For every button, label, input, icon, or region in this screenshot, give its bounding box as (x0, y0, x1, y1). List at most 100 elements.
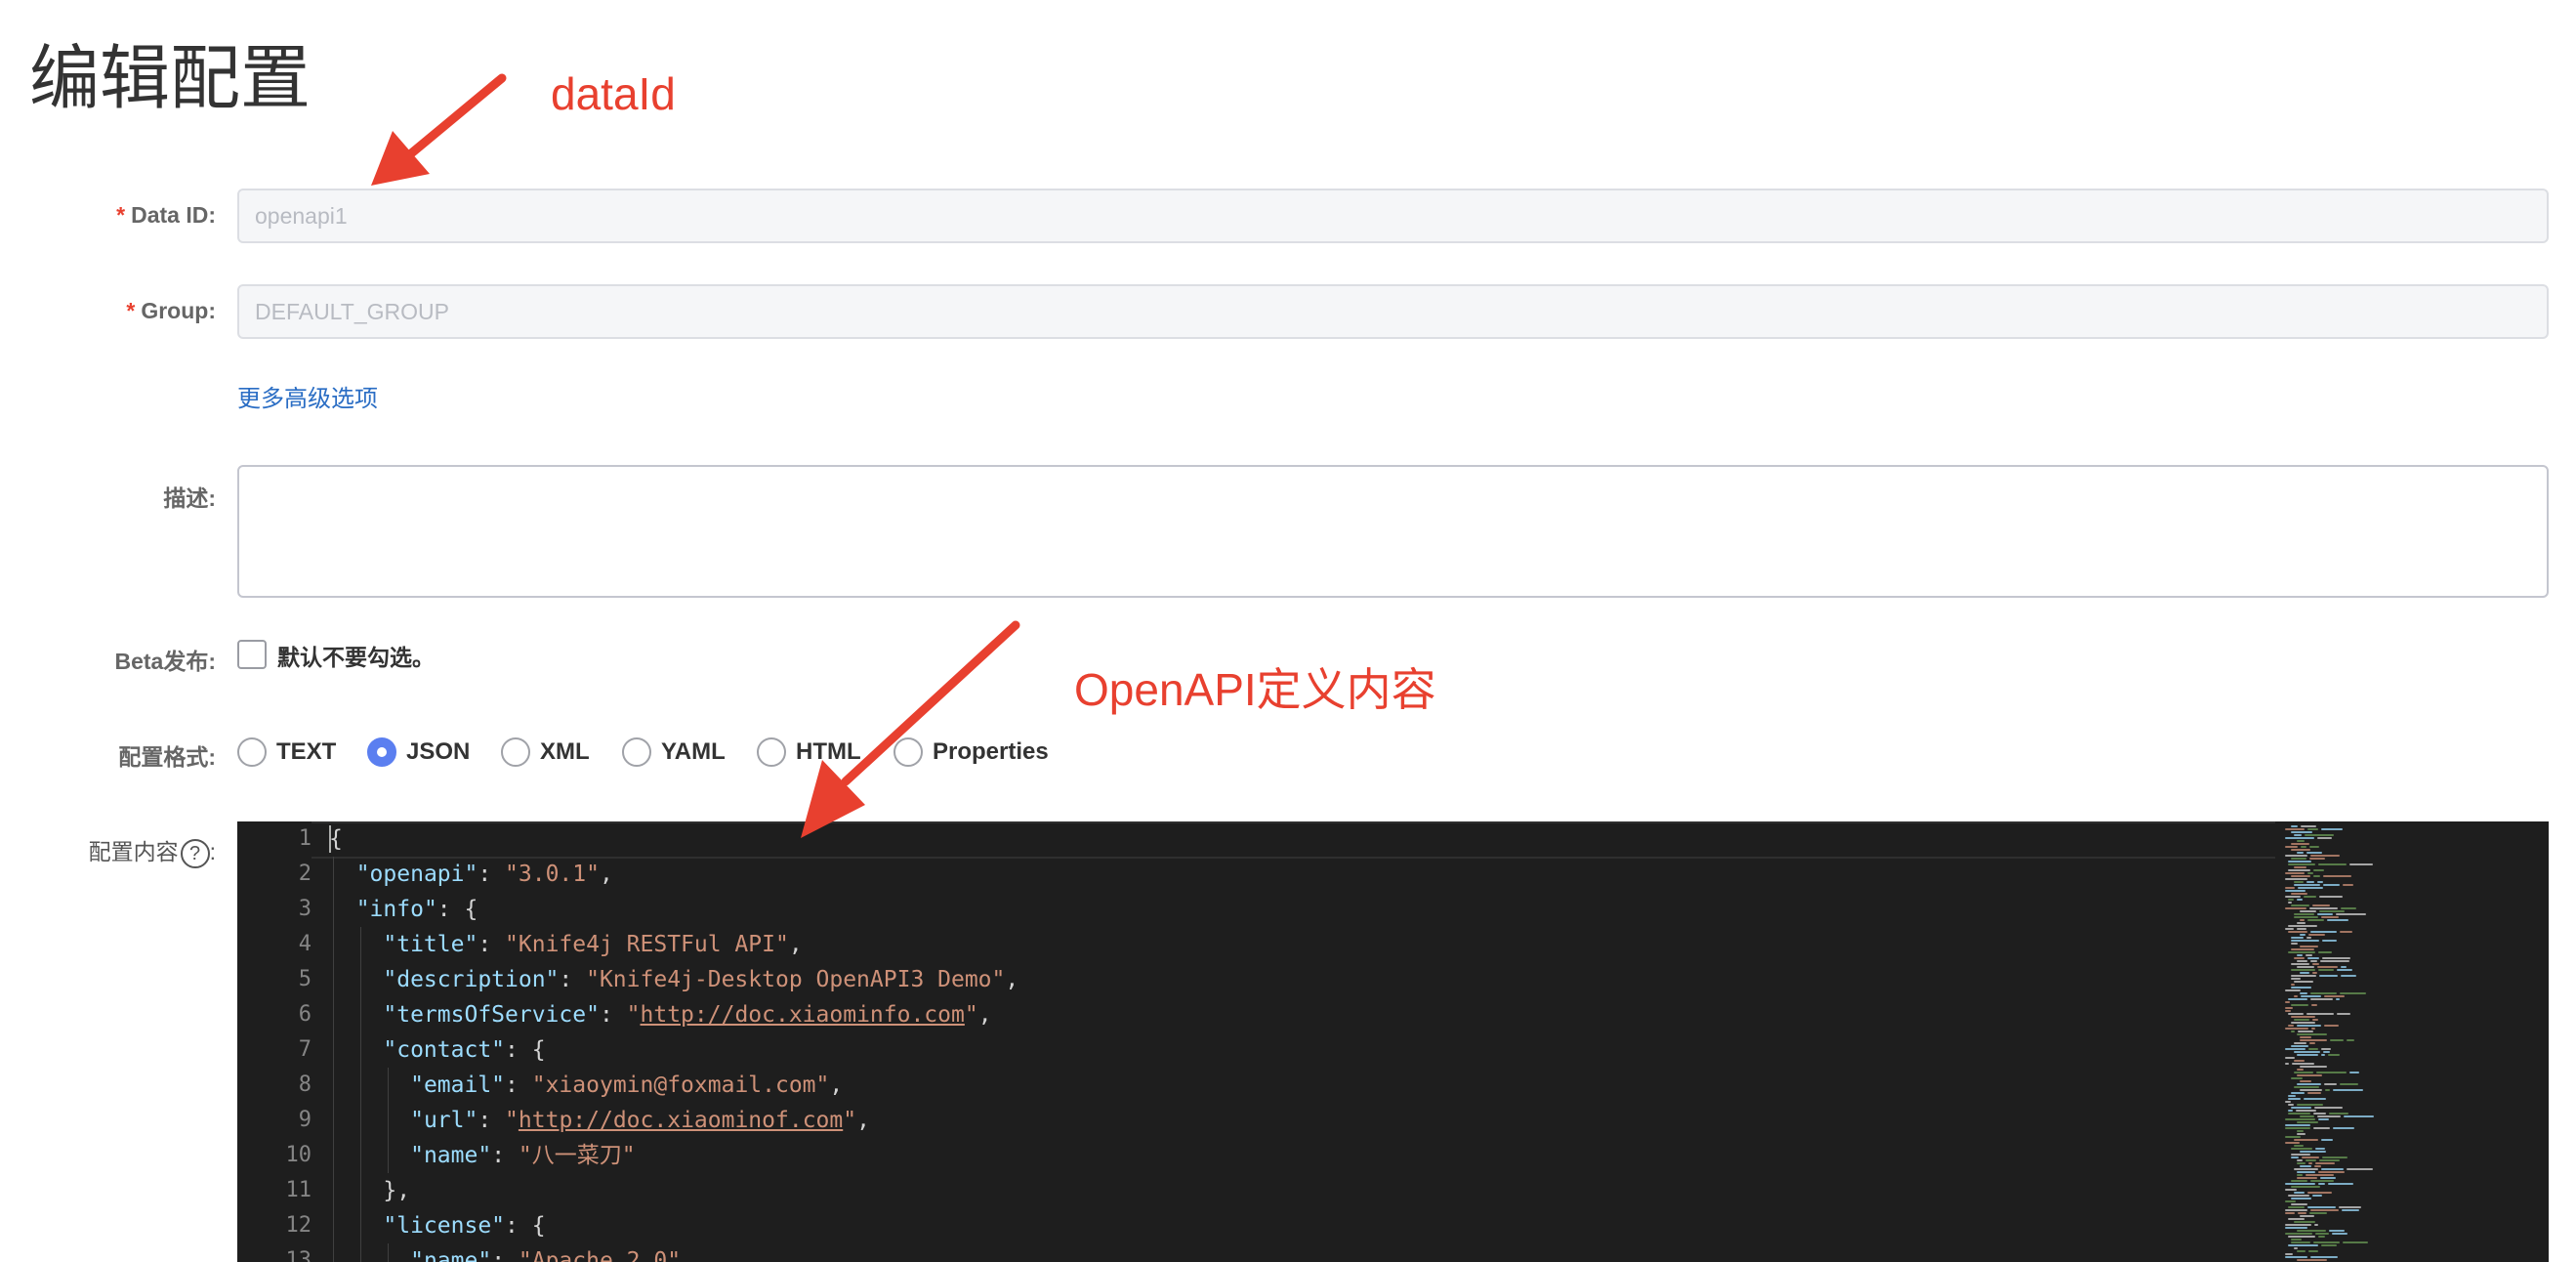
minimap-line (2285, 846, 2298, 848)
minimap-line (2344, 1115, 2374, 1117)
code-token: "3.0.1" (505, 862, 600, 887)
minimap-line (2343, 884, 2353, 886)
minimap-line (2343, 1241, 2368, 1243)
minimap-line (2294, 881, 2304, 883)
minimap-line (2321, 1244, 2337, 1246)
minimap-line (2305, 834, 2334, 836)
minimap-line (2291, 987, 2311, 989)
minimap-line (2321, 828, 2343, 830)
minimap-line (2288, 1013, 2304, 1015)
minimap-line (2291, 1016, 2315, 1018)
format-radio-properties[interactable]: Properties (893, 736, 1049, 769)
minimap-line (2285, 1127, 2310, 1129)
minimap-line (2306, 1159, 2316, 1161)
minimap-line (2291, 948, 2314, 950)
code-token: : { (505, 1037, 546, 1063)
format-radio-json[interactable]: JSON (367, 736, 470, 769)
minimap-line (2297, 840, 2305, 842)
minimap-line (2285, 828, 2305, 830)
advanced-options-link[interactable]: 更多高级选项 (237, 379, 378, 413)
code-editor[interactable]: 1 2 3 4 5 6 7 8 9 10 11 12 13 { "openapi": "3.0.1", … (237, 821, 2549, 1262)
code-token: "email" (410, 1073, 506, 1098)
minimap-line (2318, 951, 2332, 953)
minimap-line (2297, 1230, 2326, 1232)
minimap-line (2307, 1206, 2336, 1208)
minimap-line (2285, 855, 2307, 857)
data-id-input[interactable] (237, 189, 2549, 243)
code-token: " (964, 1002, 978, 1028)
format-radio-text[interactable]: TEXT (237, 736, 336, 769)
minimap-line (2288, 931, 2307, 933)
minimap-line (2318, 863, 2347, 865)
code-token: "name" (410, 1248, 492, 1262)
minimap-line (2297, 954, 2303, 956)
minimap-line (2329, 1113, 2348, 1115)
beta-label: Beta发布: (114, 649, 216, 674)
minimap-line (2297, 928, 2306, 930)
minimap-line (2318, 1236, 2325, 1238)
code-token: }, (329, 1178, 411, 1203)
description-textarea[interactable] (237, 465, 2549, 598)
minimap-line (2288, 1244, 2318, 1246)
minimap-line (2285, 928, 2294, 930)
minimap-line (2307, 957, 2319, 959)
minimap-line (2285, 1209, 2307, 1211)
minimap-line (2297, 1033, 2327, 1035)
minimap-line (2294, 1139, 2318, 1141)
minimap-line (2306, 852, 2322, 854)
minimap-line (2288, 899, 2294, 901)
minimap-line (2288, 1195, 2309, 1197)
minimap-line (2333, 1127, 2354, 1129)
minimap-line (2297, 960, 2307, 962)
minimap-line (2320, 1177, 2336, 1179)
code-line: "openapi": "3.0.1", (329, 857, 613, 892)
minimap-line (2313, 1113, 2326, 1115)
code-token: , (829, 1073, 844, 1098)
minimap-line (2297, 966, 2314, 968)
code-area[interactable]: { "openapi": "3.0.1", "info": { "title":… (329, 821, 2275, 1262)
minimap-line (2308, 1162, 2312, 1164)
format-radio-xml[interactable]: XML (501, 736, 590, 769)
minimap-line (2318, 1118, 2329, 1120)
config-edit-page: 编辑配置 dataId OpenAPI定义内容 *Data ID: *Group… (0, 0, 2576, 1262)
minimap-line (2291, 978, 2301, 980)
code-token: "name" (410, 1143, 492, 1168)
minimap-line (2330, 1039, 2344, 1041)
minimap-line (2308, 1048, 2318, 1050)
minimap-line (2311, 1028, 2315, 1030)
code-token: : { (505, 1213, 546, 1239)
minimap-line (2307, 1192, 2332, 1194)
minimap-line (2333, 1089, 2363, 1091)
minimap-line (2319, 975, 2338, 977)
code-token: "termsOfService" (383, 1002, 600, 1028)
format-radio-yaml[interactable]: YAML (622, 736, 726, 769)
line-number: 4 (298, 932, 312, 956)
code-line: "name": "八一菜刀" (329, 1138, 636, 1173)
code-token: , (1005, 967, 1019, 992)
minimap-line (2298, 1031, 2313, 1032)
minimap-line (2294, 1247, 2298, 1249)
editor-minimap[interactable] (2275, 821, 2549, 1262)
radio-circle (237, 737, 267, 767)
format-radio-html[interactable]: HTML (757, 736, 861, 769)
minimap-line (2288, 902, 2292, 904)
minimap-line (2298, 1212, 2306, 1214)
code-token: http://doc.xiaominof.com (518, 1108, 844, 1133)
group-input[interactable] (237, 284, 2549, 339)
minimap-line (2285, 1048, 2306, 1050)
code-token: "url" (410, 1108, 478, 1133)
radio-label: Properties (933, 738, 1049, 765)
minimap-line (2285, 1183, 2315, 1185)
minimap-line (2291, 1154, 2310, 1156)
minimap-line (2313, 869, 2324, 871)
help-icon[interactable]: ? (180, 838, 210, 868)
minimap-line (2285, 1256, 2307, 1258)
minimap-line (2291, 1186, 2320, 1188)
line-number: 11 (285, 1178, 312, 1202)
beta-checkbox[interactable] (237, 640, 267, 669)
minimap-line (2288, 1236, 2315, 1238)
